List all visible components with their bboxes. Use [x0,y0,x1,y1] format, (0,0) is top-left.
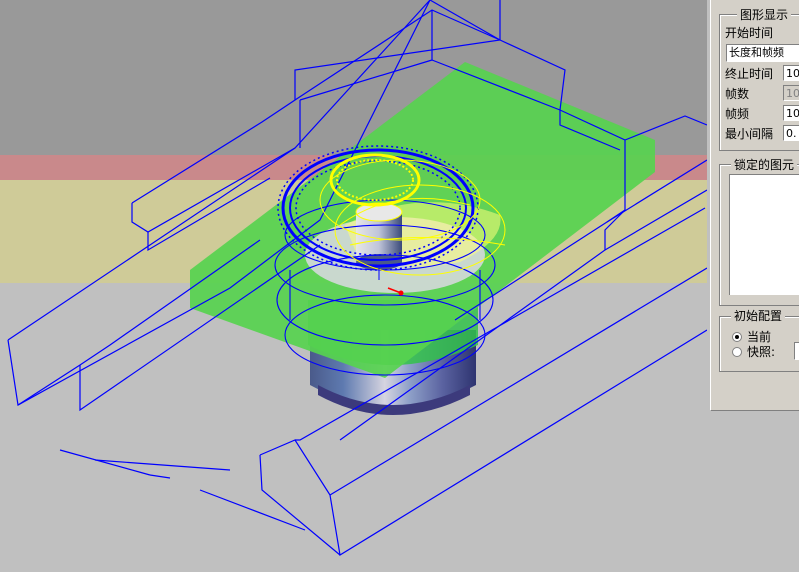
end-time-label: 终止时间 [725,67,774,81]
display-group-title: 图形显示 [737,8,792,22]
current-radio-label[interactable]: 当前 [747,330,771,344]
start-time-select[interactable]: 长度和帧频 [726,44,799,62]
min-interval-input[interactable]: 0. [783,125,799,141]
snapshot-radio-label[interactable]: 快照: [747,345,775,359]
frame-rate-label: 帧频 [725,107,750,121]
locked-entities-title: 锁定的图元 [731,158,798,172]
frame-count-label: 帧数 [725,87,750,101]
viewport-canvas[interactable] [0,0,707,572]
frame-rate-input[interactable]: 10 [783,105,799,121]
right-control-panel: 图形显示 开始时间 长度和帧频 终止时间 10 帧数 10 帧频 10 最小间隔… [707,0,799,572]
3d-viewport[interactable] [0,0,707,572]
min-interval-label: 最小间隔 [725,127,774,141]
current-radio[interactable] [732,332,742,342]
snapshot-select[interactable] [794,342,799,360]
snapshot-radio[interactable] [732,347,742,357]
frame-count-input: 10 [783,85,799,101]
start-time-label: 开始时间 [725,26,774,40]
initial-config-title: 初始配置 [731,309,786,323]
end-time-input[interactable]: 10 [783,65,799,81]
initial-config-group [719,316,799,372]
panel-body: 图形显示 开始时间 长度和帧频 终止时间 10 帧数 10 帧频 10 最小间隔… [710,0,799,411]
locked-entities-list[interactable] [729,174,799,295]
